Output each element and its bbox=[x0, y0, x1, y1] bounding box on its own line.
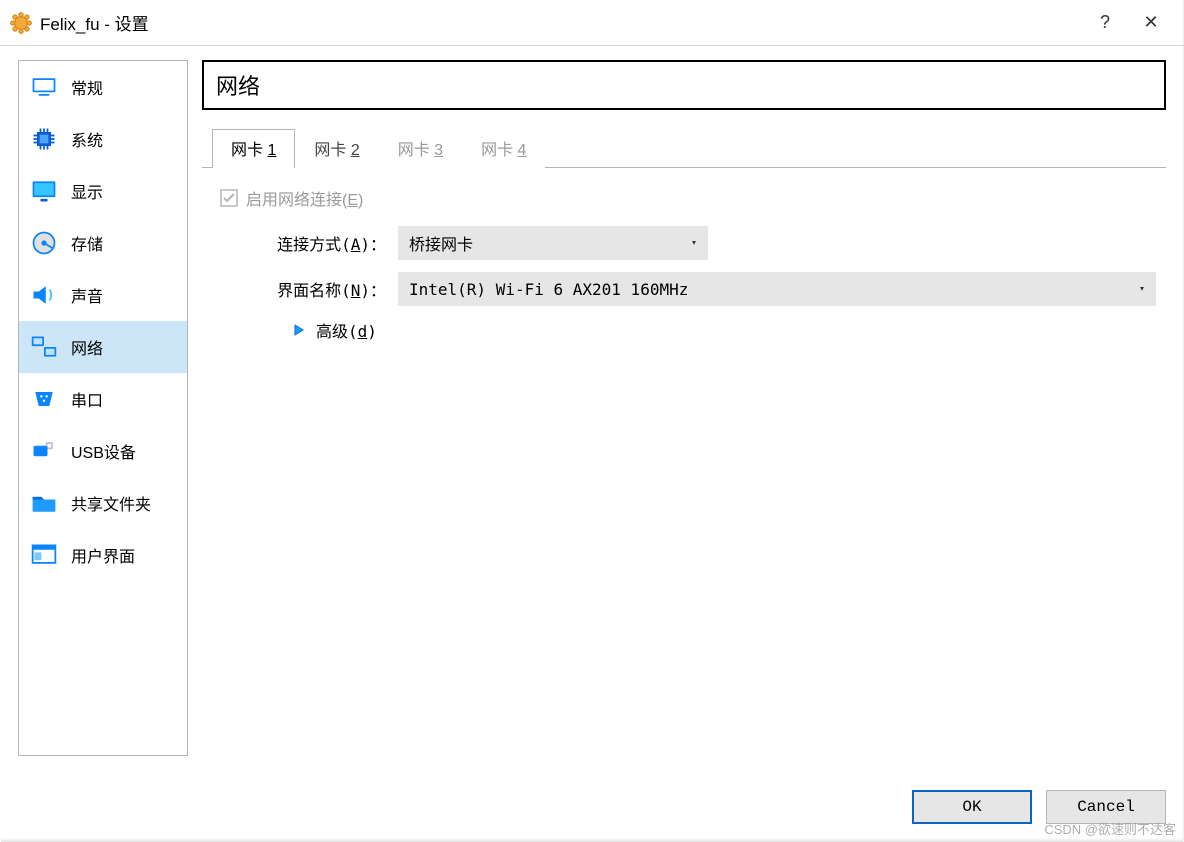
chevron-down-icon: ▾ bbox=[1139, 284, 1145, 295]
network-icon bbox=[29, 332, 59, 362]
interface-name-value: Intel(R) Wi-Fi 6 AX201 160MHz bbox=[409, 280, 688, 299]
sidebar: 常规 系统 显示 存储 声音 bbox=[18, 60, 188, 756]
watermark: CSDN @欲速则不达客 bbox=[1044, 819, 1176, 838]
chip-icon bbox=[29, 124, 59, 154]
tab-adapter-4[interactable]: 网卡 4 bbox=[462, 129, 545, 168]
speaker-icon bbox=[29, 280, 59, 310]
tab-adapter-1[interactable]: 网卡 1 bbox=[212, 129, 295, 168]
sidebar-item-label: 共享文件夹 bbox=[71, 491, 151, 515]
sidebar-item-serial[interactable]: 串口 bbox=[19, 373, 187, 425]
shadow bbox=[1, 838, 1183, 842]
attached-to-value: 桥接网卡 bbox=[409, 231, 473, 255]
sidebar-item-label: 存储 bbox=[71, 231, 103, 255]
chevron-down-icon: ▾ bbox=[691, 238, 697, 249]
usb-icon bbox=[29, 436, 59, 466]
layout-icon bbox=[29, 540, 59, 570]
panel-title: 网络 bbox=[202, 60, 1166, 110]
sidebar-item-general[interactable]: 常规 bbox=[19, 61, 187, 113]
triangle-right-icon bbox=[292, 323, 306, 337]
sidebar-item-label: 网络 bbox=[71, 335, 103, 359]
close-button[interactable]: ✕ bbox=[1128, 0, 1174, 46]
sidebar-item-label: 用户界面 bbox=[71, 543, 135, 567]
attached-to-combo[interactable]: 桥接网卡 ▾ bbox=[398, 226, 708, 260]
display-icon bbox=[29, 176, 59, 206]
sidebar-item-network[interactable]: 网络 bbox=[19, 321, 187, 373]
tab-body: 启用网络连接(E) 连接方式(A)： 桥接网卡 ▾ 界面名称(N)： Intel… bbox=[202, 168, 1166, 352]
interface-name-label: 界面名称(N)： bbox=[256, 277, 386, 301]
main-panel: 网络 网卡 1 网卡 2 网卡 3 网卡 4 启用网络连接(E) 连接方式(A)… bbox=[202, 60, 1166, 756]
sidebar-item-label: 常规 bbox=[71, 75, 103, 99]
interface-name-combo[interactable]: Intel(R) Wi-Fi 6 AX201 160MHz ▾ bbox=[398, 272, 1156, 306]
monitor-icon bbox=[29, 72, 59, 102]
sidebar-item-label: 声音 bbox=[71, 283, 103, 307]
folder-icon bbox=[29, 488, 59, 518]
enable-network-label: 启用网络连接(E) bbox=[246, 186, 363, 210]
titlebar: Felix_fu - 设置 ? ✕ bbox=[0, 0, 1184, 46]
sidebar-item-storage[interactable]: 存储 bbox=[19, 217, 187, 269]
sidebar-item-label: USB设备 bbox=[71, 439, 136, 463]
window-title: Felix_fu - 设置 bbox=[40, 10, 149, 35]
sidebar-item-label: 系统 bbox=[71, 127, 103, 151]
sidebar-item-label: 显示 bbox=[71, 179, 103, 203]
sidebar-item-shared-folders[interactable]: 共享文件夹 bbox=[19, 477, 187, 529]
adapter-tabs: 网卡 1 网卡 2 网卡 3 网卡 4 bbox=[202, 128, 1166, 168]
disk-icon bbox=[29, 228, 59, 258]
help-button[interactable]: ? bbox=[1082, 0, 1128, 46]
attached-to-label: 连接方式(A)： bbox=[256, 231, 386, 255]
enable-network-checkbox[interactable]: 启用网络连接(E) bbox=[220, 186, 1156, 210]
sidebar-item-usb[interactable]: USB设备 bbox=[19, 425, 187, 477]
ok-button[interactable]: OK bbox=[912, 790, 1032, 824]
serial-port-icon bbox=[29, 384, 59, 414]
sidebar-item-user-interface[interactable]: 用户界面 bbox=[19, 529, 187, 581]
advanced-label: 高级(d) bbox=[316, 318, 377, 342]
sidebar-item-display[interactable]: 显示 bbox=[19, 165, 187, 217]
checkbox-icon bbox=[220, 189, 238, 207]
app-icon bbox=[10, 12, 32, 34]
sidebar-item-system[interactable]: 系统 bbox=[19, 113, 187, 165]
panel-title-text: 网络 bbox=[216, 69, 260, 101]
sidebar-item-audio[interactable]: 声音 bbox=[19, 269, 187, 321]
tab-adapter-3[interactable]: 网卡 3 bbox=[379, 129, 462, 168]
sidebar-item-label: 串口 bbox=[71, 387, 103, 411]
tab-adapter-2[interactable]: 网卡 2 bbox=[295, 129, 378, 168]
advanced-toggle[interactable]: 高级(d) bbox=[292, 318, 1156, 342]
